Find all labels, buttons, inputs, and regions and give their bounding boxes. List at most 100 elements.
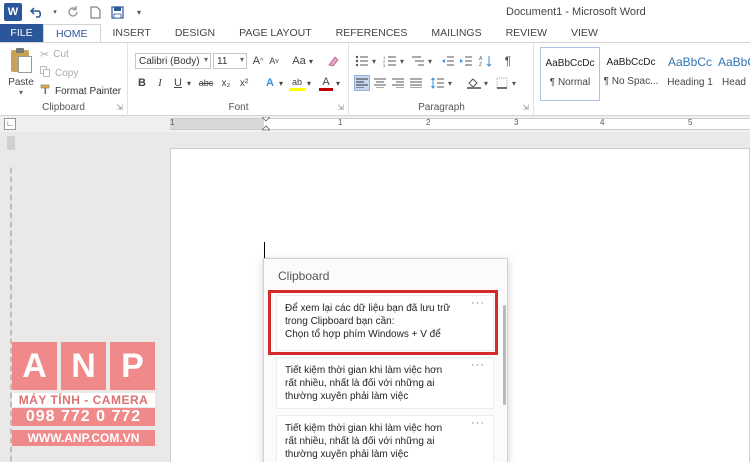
word-logo-icon[interactable]: W xyxy=(4,3,22,21)
style-normal[interactable]: AaBbCcDc ¶ Normal xyxy=(540,47,600,101)
justify-icon[interactable] xyxy=(408,75,424,91)
clipboard-panel-scrollbar[interactable] xyxy=(503,305,506,405)
chevron-down-icon[interactable]: ▾ xyxy=(334,75,342,91)
underline-button[interactable]: U xyxy=(171,75,185,91)
bullets-icon[interactable] xyxy=(354,53,370,69)
customize-qat-icon[interactable]: ▾ xyxy=(132,5,146,19)
new-document-icon[interactable] xyxy=(88,5,102,19)
subscript-button[interactable]: x₂ xyxy=(219,75,233,91)
title-bar: W ▾ ▾ Document1 - Microsoft Word xyxy=(0,0,750,24)
tab-mailings[interactable]: MAILINGS xyxy=(419,24,493,42)
clipboard-group: Paste ▾ ✂ Cut Copy Format Painter Clipbo… xyxy=(0,43,128,116)
align-center-icon[interactable] xyxy=(372,75,388,91)
text-effects-button[interactable]: A xyxy=(263,75,277,91)
grow-font-button[interactable]: A ^ xyxy=(251,53,265,69)
paste-dropdown-icon[interactable]: ▾ xyxy=(19,88,23,97)
numbering-icon[interactable]: 123 xyxy=(382,53,398,69)
ruler-number: 1 xyxy=(170,118,175,127)
font-launcher-icon[interactable]: ⇲ xyxy=(337,103,344,112)
chevron-down-icon[interactable]: ▾ xyxy=(446,75,454,91)
chevron-down-icon[interactable]: ▾ xyxy=(204,55,208,64)
shading-icon[interactable] xyxy=(466,75,482,91)
italic-button[interactable]: I xyxy=(153,75,167,91)
horizontal-ruler-area: ∟ 1 1 2 3 4 5 xyxy=(0,116,750,132)
chevron-down-icon[interactable]: ▾ xyxy=(185,75,193,91)
line-spacing-icon[interactable] xyxy=(430,75,446,91)
increase-indent-icon[interactable] xyxy=(458,53,474,69)
show-formatting-marks-button[interactable]: ¶ xyxy=(500,53,516,69)
chevron-down-icon[interactable]: ▾ xyxy=(305,75,313,91)
font-group: Calibri (Body) ▾ 11 ▾ A ^ Av Aa ▾ B I U ▾… xyxy=(129,43,349,116)
chevron-down-icon[interactable]: ▾ xyxy=(307,53,315,69)
chevron-down-icon[interactable]: ▾ xyxy=(240,55,244,64)
format-painter-button[interactable]: Format Painter xyxy=(40,84,121,98)
paste-label: Paste xyxy=(8,77,34,88)
borders-icon[interactable] xyxy=(494,75,510,91)
clear-formatting-icon[interactable] xyxy=(325,53,339,69)
clipboard-item-text: Tiết kiệm thời gian khi làm việc hơn xyxy=(285,423,443,434)
tab-selector[interactable]: ∟ xyxy=(4,118,16,130)
tab-references[interactable]: REFERENCES xyxy=(324,24,420,42)
multilevel-list-icon[interactable] xyxy=(410,53,426,69)
align-left-icon[interactable] xyxy=(354,75,370,91)
sort-icon[interactable]: AZ xyxy=(478,53,494,69)
quick-access-toolbar: W ▾ ▾ xyxy=(4,3,146,21)
logo-letter: P xyxy=(110,342,155,390)
font-color-button[interactable]: A xyxy=(319,75,333,91)
watermark-phone: 098 772 0 772 xyxy=(12,408,155,426)
copy-button[interactable]: Copy xyxy=(40,66,78,80)
horizontal-ruler[interactable]: 1 1 2 3 4 5 xyxy=(170,116,750,131)
paintbrush-icon xyxy=(40,84,51,98)
chevron-down-icon[interactable]: ▾ xyxy=(277,75,285,91)
style-heading-2[interactable]: AaBbC Head xyxy=(718,47,750,101)
paste-button[interactable]: Paste ▾ xyxy=(6,47,36,101)
clipboard-item[interactable]: Tiết kiệm thời gian khi làm việc hơn rất… xyxy=(276,357,494,409)
paragraph-launcher-icon[interactable]: ⇲ xyxy=(522,103,529,112)
chevron-down-icon[interactable]: ▾ xyxy=(398,53,406,69)
more-options-icon[interactable]: ··· xyxy=(471,417,485,430)
ribbon-tabs: FILE HOME INSERT DESIGN PAGE LAYOUT REFE… xyxy=(0,24,750,43)
style-heading-1[interactable]: AaBbCc Heading 1 xyxy=(660,47,720,101)
highlight-button[interactable]: ab xyxy=(289,75,305,91)
superscript-button[interactable]: x² xyxy=(237,75,251,91)
align-right-icon[interactable] xyxy=(390,75,406,91)
font-name-combo[interactable]: Calibri (Body) ▾ xyxy=(135,53,211,69)
anp-logo: A N P xyxy=(12,342,155,390)
chevron-down-icon[interactable]: ▾ xyxy=(510,75,518,91)
clipboard-item[interactable]: Tiết kiệm thời gian khi làm việc hơn rất… xyxy=(276,415,494,462)
ruler-left-margin xyxy=(170,119,264,129)
undo-dropdown-icon[interactable]: ▾ xyxy=(52,5,58,19)
more-options-icon[interactable]: ··· xyxy=(471,359,485,372)
indent-marker-icon[interactable] xyxy=(261,116,271,131)
tab-insert[interactable]: INSERT xyxy=(101,24,163,42)
strikethrough-button[interactable]: abc xyxy=(197,75,215,91)
chevron-down-icon[interactable]: ▾ xyxy=(370,53,378,69)
style-no-spacing[interactable]: AaBbCcDc ¶ No Spac... xyxy=(601,47,661,101)
decrease-indent-icon[interactable] xyxy=(440,53,456,69)
watermark-tagline: MÁY TÍNH - CAMERA xyxy=(12,393,155,407)
tab-view[interactable]: VIEW xyxy=(559,24,610,42)
tab-home[interactable]: HOME xyxy=(43,24,101,43)
watermark-website: WWW.ANP.COM.VN xyxy=(12,430,155,446)
shrink-font-button[interactable]: Av xyxy=(267,53,281,69)
tab-file[interactable]: FILE xyxy=(0,24,43,42)
clipboard-item-text: thường xuyên phải làm việc xyxy=(285,391,409,402)
tab-review[interactable]: REVIEW xyxy=(494,24,559,42)
scissors-icon: ✂ xyxy=(40,49,50,61)
undo-icon[interactable] xyxy=(30,5,44,19)
clipboard-item-text: rất nhiều, nhất là đối với những ai xyxy=(285,436,435,447)
ruler-number: 5 xyxy=(688,118,693,127)
paragraph-group: ▾ 123 ▾ ▾ AZ ¶ ▾ ▾ ▾ Paragraph ⇲ xyxy=(350,43,534,116)
save-icon[interactable] xyxy=(110,5,124,19)
tab-page-layout[interactable]: PAGE LAYOUT xyxy=(227,24,324,42)
bold-button[interactable]: B xyxy=(135,75,149,91)
chevron-down-icon[interactable]: ▾ xyxy=(426,53,434,69)
tab-design[interactable]: DESIGN xyxy=(163,24,227,42)
cut-button[interactable]: ✂ Cut xyxy=(40,48,69,61)
clipboard-launcher-icon[interactable]: ⇲ xyxy=(116,103,123,112)
redo-icon[interactable] xyxy=(66,5,80,19)
change-case-button[interactable]: Aa xyxy=(289,53,309,69)
chevron-down-icon[interactable]: ▾ xyxy=(482,75,490,91)
font-size-combo[interactable]: 11 ▾ xyxy=(213,53,247,69)
ruler-number: 4 xyxy=(600,118,605,127)
